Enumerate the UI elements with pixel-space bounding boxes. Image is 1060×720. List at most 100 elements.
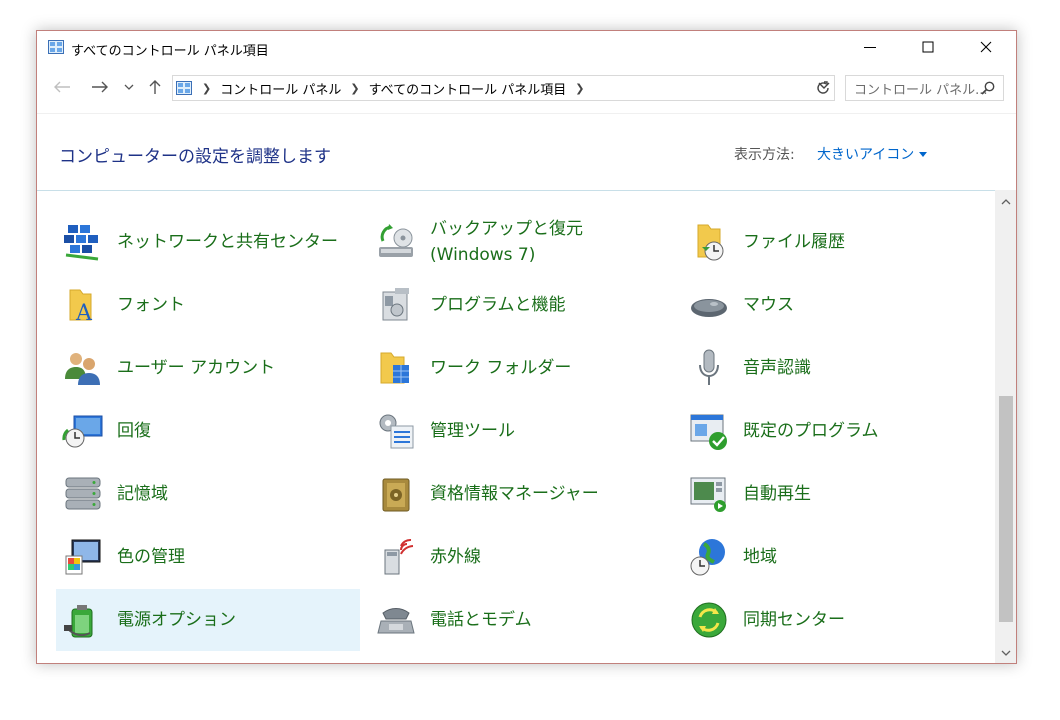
item-label: 音声認識 bbox=[743, 358, 811, 378]
item-label: 赤外線 bbox=[430, 547, 481, 567]
item-color-management[interactable]: 色の管理 bbox=[56, 526, 360, 588]
item-label: 回復 bbox=[117, 421, 151, 441]
item-label: ファイル履歴 bbox=[743, 232, 845, 252]
chevron-up-icon bbox=[1001, 199, 1011, 205]
chevron-down-icon bbox=[1001, 650, 1011, 656]
item-label: ワーク フォルダー bbox=[430, 358, 572, 378]
item-default-programs[interactable]: 既定のプログラム bbox=[682, 400, 986, 462]
view-by-label: 表示方法: bbox=[734, 147, 795, 163]
item-programs-features[interactable]: プログラムと機能 bbox=[369, 274, 673, 336]
view-by-dropdown[interactable]: 大きいアイコン bbox=[817, 144, 928, 164]
item-label: プログラムと機能 bbox=[430, 295, 566, 315]
item-storage-spaces[interactable]: 記憶域 bbox=[56, 463, 360, 525]
phone-modem-icon bbox=[377, 608, 415, 634]
breadcrumb-all-items[interactable]: すべてのコントロール パネル項目 bbox=[369, 79, 567, 98]
item-label: 同期センター bbox=[743, 610, 845, 630]
window-title: すべてのコントロール パネル項目 bbox=[71, 44, 269, 59]
item-label: 既定のプログラム bbox=[743, 421, 879, 441]
item-mouse[interactable]: マウス bbox=[682, 274, 986, 336]
item-sync-center[interactable]: 同期センター bbox=[682, 589, 986, 651]
items-grid: ネットワークと共有センター バックアップと復元 (Windows 7) ファイル… bbox=[37, 190, 995, 663]
color-management-icon bbox=[65, 539, 101, 575]
control-panel-icon bbox=[48, 40, 64, 54]
credential-icon bbox=[382, 478, 410, 512]
work-folder-icon bbox=[380, 352, 409, 384]
refresh-button[interactable] bbox=[812, 75, 834, 101]
forward-arrow-icon bbox=[92, 81, 108, 93]
item-label: マウス bbox=[743, 295, 794, 315]
partial-item-icon bbox=[687, 190, 727, 195]
view-by-value: 大きいアイコン bbox=[817, 147, 915, 163]
item-power-options[interactable]: 電源オプション bbox=[56, 589, 360, 651]
item-fonts[interactable]: A フォント bbox=[56, 274, 360, 336]
item-infrared[interactable]: 赤外線 bbox=[369, 526, 673, 588]
back-button[interactable] bbox=[49, 75, 75, 99]
item-phone-modem[interactable]: 電話とモデム bbox=[369, 589, 673, 651]
item-user-accounts[interactable]: ユーザー アカウント bbox=[56, 337, 360, 399]
control-panel-icon bbox=[176, 81, 192, 95]
dropdown-arrow-icon bbox=[919, 151, 928, 157]
microphone-icon bbox=[699, 349, 719, 385]
svg-text:A: A bbox=[75, 301, 93, 326]
partial-item-icon bbox=[59, 190, 95, 195]
control-panel-window: すべてのコントロール パネル項目 ❯ コントロール パネル ❯ すべてのコントロ… bbox=[36, 30, 1017, 664]
breadcrumb-separator[interactable]: ❯ bbox=[350, 82, 359, 95]
title-bar[interactable]: すべてのコントロール パネル項目 bbox=[37, 31, 1016, 63]
item-work-folders[interactable]: ワーク フォルダー bbox=[369, 337, 673, 399]
close-button[interactable] bbox=[957, 31, 1015, 63]
power-icon bbox=[64, 605, 93, 638]
minimize-icon bbox=[864, 47, 876, 48]
address-bar[interactable]: ❯ コントロール パネル ❯ すべてのコントロール パネル項目 ❯ bbox=[172, 75, 835, 101]
default-programs-icon bbox=[690, 414, 727, 450]
up-button[interactable] bbox=[145, 75, 165, 99]
item-label: 管理ツール bbox=[430, 421, 515, 441]
backup-icon bbox=[379, 224, 413, 257]
maximize-button[interactable] bbox=[899, 31, 957, 63]
up-arrow-icon bbox=[149, 80, 161, 94]
item-label: 電源オプション bbox=[117, 610, 236, 630]
breadcrumb-separator[interactable]: ❯ bbox=[202, 82, 211, 95]
recovery-icon bbox=[62, 415, 103, 448]
item-backup-restore[interactable]: バックアップと復元 (Windows 7) bbox=[369, 211, 673, 273]
item-label: フォント bbox=[117, 295, 185, 315]
users-icon bbox=[65, 353, 100, 385]
storage-icon bbox=[65, 477, 101, 510]
refresh-icon bbox=[817, 81, 829, 94]
infrared-icon bbox=[384, 538, 414, 575]
partial-item-icon bbox=[383, 190, 407, 195]
scrollbar-thumb[interactable] bbox=[999, 396, 1013, 622]
search-placeholder: コントロール パネル... bbox=[854, 82, 988, 98]
item-label: 自動再生 bbox=[743, 484, 811, 504]
admin-tools-icon bbox=[379, 414, 414, 449]
mouse-icon bbox=[691, 299, 727, 317]
chevron-down-icon bbox=[124, 84, 134, 90]
item-speech-recognition[interactable]: 音声認識 bbox=[682, 337, 986, 399]
item-network-sharing-center[interactable]: ネットワークと共有センター bbox=[56, 211, 360, 273]
item-administrative-tools[interactable]: 管理ツール bbox=[369, 400, 673, 462]
close-icon bbox=[980, 41, 992, 53]
item-label: 色の管理 bbox=[117, 547, 185, 567]
item-label: ネットワークと共有センター bbox=[117, 232, 338, 252]
sync-center-icon bbox=[691, 602, 727, 638]
item-region[interactable]: 地域 bbox=[682, 526, 986, 588]
search-box[interactable]: コントロール パネル... bbox=[845, 75, 1004, 101]
forward-button[interactable] bbox=[87, 75, 113, 99]
item-label: 資格情報マネージャー bbox=[430, 484, 599, 504]
recent-locations-button[interactable] bbox=[121, 75, 137, 99]
breadcrumb-separator[interactable]: ❯ bbox=[575, 82, 584, 95]
back-arrow-icon bbox=[54, 81, 70, 93]
scroll-down-button[interactable] bbox=[995, 643, 1016, 663]
item-recovery[interactable]: 回復 bbox=[56, 400, 360, 462]
item-autoplay[interactable]: 自動再生 bbox=[682, 463, 986, 525]
minimize-button[interactable] bbox=[841, 31, 899, 63]
item-file-history[interactable]: ファイル履歴 bbox=[682, 211, 986, 273]
font-icon: A bbox=[69, 289, 93, 326]
breadcrumb-control-panel[interactable]: コントロール パネル bbox=[220, 79, 341, 98]
item-credential-manager[interactable]: 資格情報マネージャー bbox=[369, 463, 673, 525]
page-title: コンピューターの設定を調整します bbox=[59, 147, 331, 167]
autoplay-icon bbox=[690, 477, 726, 512]
vertical-scrollbar[interactable] bbox=[995, 190, 1016, 663]
search-icon[interactable] bbox=[981, 81, 995, 95]
maximize-icon bbox=[922, 41, 934, 53]
scroll-up-button[interactable] bbox=[995, 192, 1016, 212]
